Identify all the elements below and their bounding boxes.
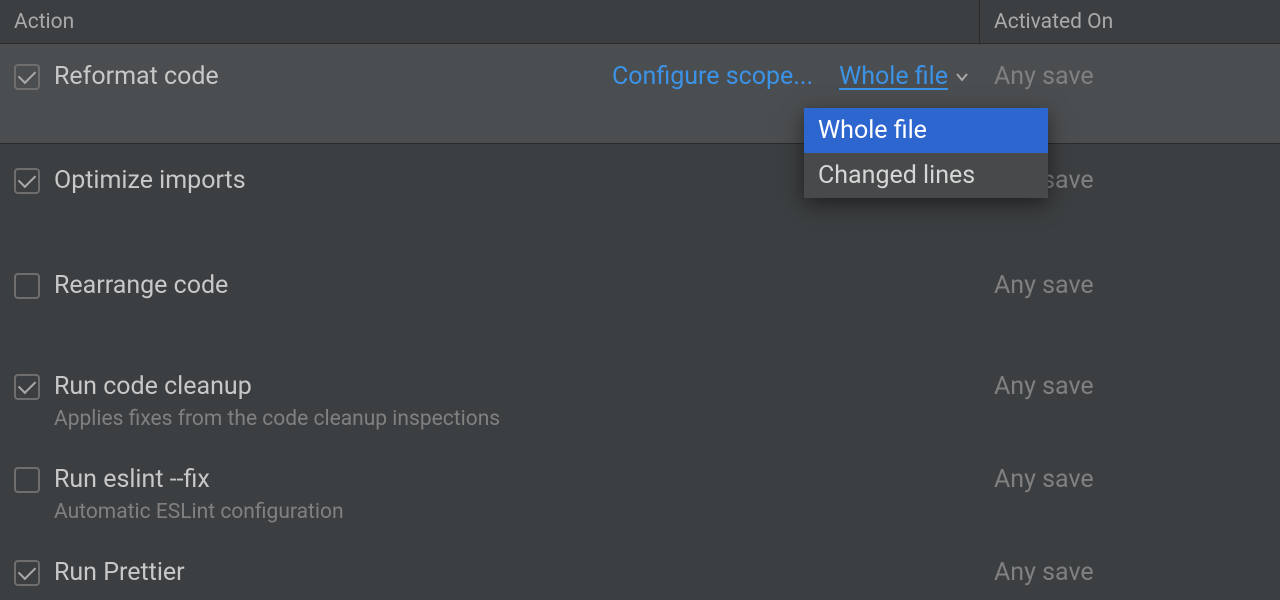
scope-controls: Configure scope... Whole file — [612, 62, 970, 91]
dropdown-option-changed-lines[interactable]: Changed lines — [804, 153, 1048, 198]
checkbox-optimize-imports[interactable] — [14, 168, 40, 194]
scope-dropdown-popup: Whole file Changed lines — [804, 108, 1048, 198]
activated-on-value: Any save — [980, 465, 1266, 494]
action-row-reformat-code: Reformat code Configure scope... Whole f… — [0, 44, 1280, 144]
header-activated-on: Activated On — [980, 0, 1280, 43]
activated-on-value: Any save — [980, 372, 1266, 401]
checkbox-run-prettier[interactable] — [14, 560, 40, 586]
action-row-run-code-cleanup: Run code cleanup Applies fixes from the … — [0, 354, 1280, 447]
action-row-optimize-imports: Optimize imports Any save — [0, 144, 1280, 249]
action-description: Automatic ESLint configuration — [54, 500, 980, 524]
activated-on-value: Any save — [980, 62, 1266, 91]
activated-on-value: Any save — [980, 271, 1266, 300]
header-action: Action — [0, 0, 980, 43]
action-content: Reformat code — [54, 62, 612, 91]
dropdown-option-whole-file[interactable]: Whole file — [804, 108, 1048, 153]
checkbox-rearrange-code[interactable] — [14, 273, 40, 299]
scope-dropdown[interactable]: Whole file — [839, 62, 970, 91]
action-label: Run eslint --fix — [54, 465, 980, 494]
action-row-run-prettier: Run Prettier Any save — [0, 540, 1280, 587]
action-row-run-eslint-fix: Run eslint --fix Automatic ESLint config… — [0, 447, 1280, 540]
action-content: Run eslint --fix Automatic ESLint config… — [54, 465, 980, 524]
scope-dropdown-value: Whole file — [839, 62, 948, 91]
action-content: Run code cleanup Applies fixes from the … — [54, 372, 980, 431]
action-label: Reformat code — [54, 62, 612, 91]
activated-on-value: Any save — [980, 558, 1266, 587]
checkbox-run-eslint-fix[interactable] — [14, 467, 40, 493]
actions-on-save-table: Action Activated On Reformat code Config… — [0, 0, 1280, 600]
chevron-down-icon — [954, 69, 970, 85]
action-content: Run Prettier — [54, 558, 980, 587]
table-header-row: Action Activated On — [0, 0, 1280, 44]
action-label: Rearrange code — [54, 271, 980, 300]
action-label: Run Prettier — [54, 558, 980, 587]
checkbox-run-code-cleanup[interactable] — [14, 374, 40, 400]
action-label: Run code cleanup — [54, 372, 980, 401]
action-row-rearrange-code: Rearrange code Any save — [0, 249, 1280, 354]
checkbox-reformat-code[interactable] — [14, 64, 40, 90]
configure-scope-link[interactable]: Configure scope... — [612, 62, 813, 91]
action-content: Rearrange code — [54, 271, 980, 300]
action-description: Applies fixes from the code cleanup insp… — [54, 407, 980, 431]
